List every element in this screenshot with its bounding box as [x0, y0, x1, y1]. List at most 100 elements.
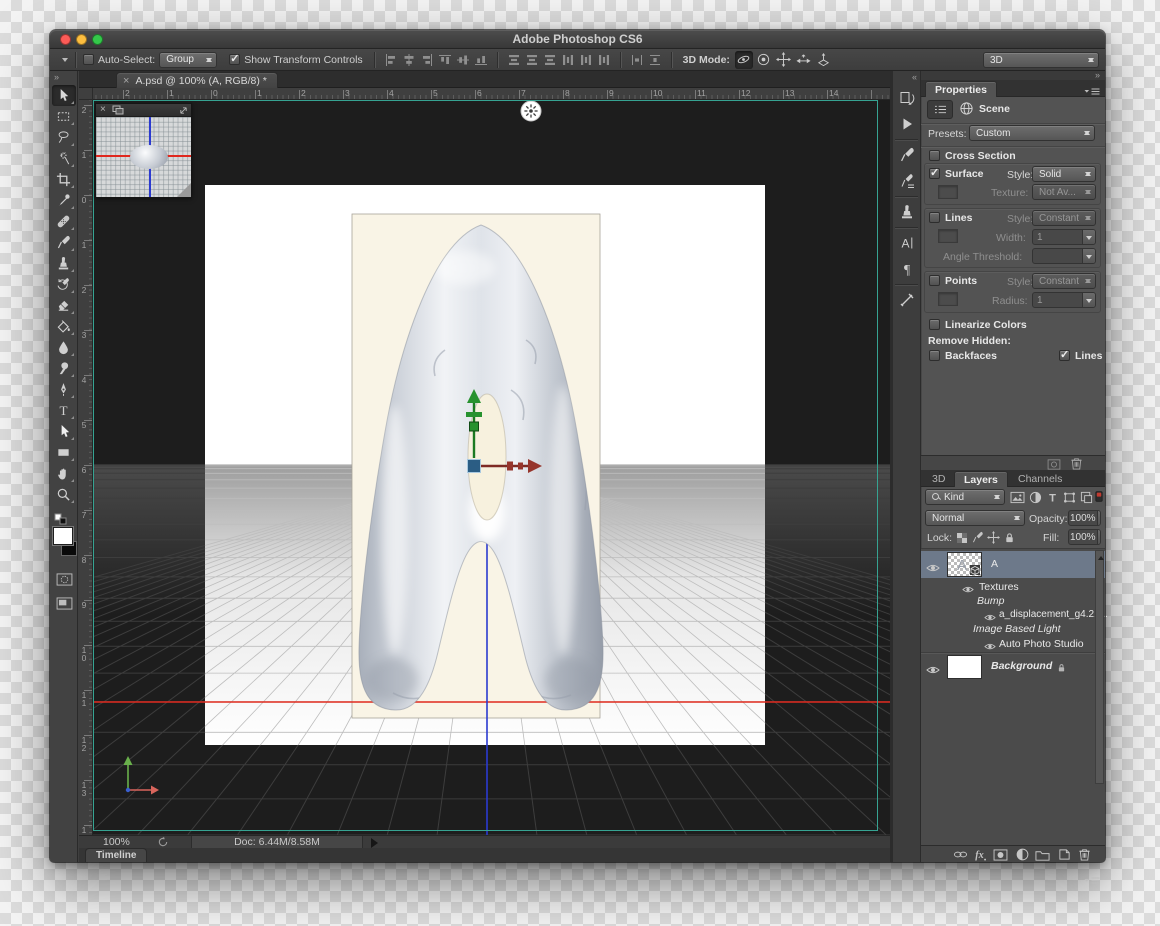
tool-pen[interactable] — [52, 379, 76, 400]
layer-sub-light[interactable]: Auto Photo Studio — [921, 636, 1105, 651]
lines-checkbox[interactable] — [929, 212, 940, 223]
tool-path-selection[interactable] — [52, 421, 76, 442]
visibility-icon[interactable] — [984, 611, 996, 620]
surface-style-dropdown[interactable]: Solid — [1032, 166, 1096, 182]
dock-clone-source-icon[interactable] — [895, 200, 919, 224]
new-layer-icon[interactable] — [1056, 848, 1072, 861]
displacement-label[interactable]: a_displacement_g4.21... — [999, 609, 1108, 620]
radius-combo[interactable]: 1 — [1032, 292, 1096, 308]
layer-name[interactable]: A — [991, 558, 998, 570]
layer-style-icon[interactable]: fx — [971, 848, 987, 861]
surface-swatch[interactable] — [938, 185, 958, 199]
layer-row-a[interactable]: A A — [921, 551, 1105, 578]
roll-3d-icon[interactable] — [755, 51, 773, 69]
layer-sub-textures[interactable]: Textures — [921, 580, 1105, 594]
layer-name[interactable]: Background — [991, 660, 1052, 672]
tool-healing-brush[interactable] — [52, 211, 76, 232]
angle-threshold-combo[interactable] — [1032, 248, 1096, 264]
layer-sub-displacement[interactable]: a_displacement_g4.21... — [921, 608, 1105, 622]
tool-magic-wand[interactable] — [52, 148, 76, 169]
tool-preset-caret-icon[interactable] — [62, 58, 68, 65]
tab-properties[interactable]: Properties — [925, 81, 997, 97]
tool-eyedropper[interactable] — [52, 190, 76, 211]
dock-character-icon[interactable]: A — [895, 231, 919, 255]
presets-dropdown[interactable]: Custom — [969, 125, 1095, 141]
tool-brush[interactable] — [52, 232, 76, 253]
tool-lasso[interactable] — [52, 127, 76, 148]
filter-adjustment-icon[interactable] — [1027, 490, 1044, 505]
tab-layers[interactable]: Layers — [954, 471, 1008, 487]
surface-texture-dropdown[interactable]: Not Av... — [1032, 184, 1096, 200]
lines-style-dropdown[interactable]: Constant — [1032, 210, 1096, 226]
tool-shape[interactable] — [52, 442, 76, 463]
titlebar[interactable]: Adobe Photoshop CS6 — [50, 30, 1105, 49]
tool-clone-stamp[interactable] — [52, 253, 76, 274]
tool-hand[interactable] — [52, 463, 76, 484]
width-combo[interactable]: 1 — [1032, 229, 1096, 245]
secondary-view[interactable] — [95, 103, 192, 198]
visibility-icon[interactable] — [962, 583, 974, 592]
scale-3d-icon[interactable] — [815, 51, 833, 69]
zoom-level-field[interactable]: 100% — [103, 836, 130, 848]
visibility-icon[interactable] — [984, 640, 996, 649]
layer-a-thumbnail[interactable]: A — [947, 552, 982, 577]
auto-photo-studio-label[interactable]: Auto Photo Studio — [999, 638, 1084, 650]
default-swatches-icon[interactable] — [54, 512, 68, 524]
backfaces-checkbox[interactable] — [929, 350, 940, 361]
tool-dodge[interactable] — [52, 358, 76, 379]
filter-shape-icon[interactable] — [1061, 490, 1078, 505]
canvas[interactable] — [93, 100, 890, 835]
layers-menu-icon[interactable] — [1083, 873, 1101, 891]
tab-channels[interactable]: Channels — [1009, 471, 1071, 487]
swap-view-icon[interactable] — [112, 105, 124, 115]
show-transform-checkbox[interactable] — [229, 54, 240, 65]
resize-handle[interactable] — [177, 183, 191, 197]
points-swatch[interactable] — [938, 292, 958, 306]
points-style-dropdown[interactable]: Constant — [1032, 273, 1096, 289]
3d-scene[interactable] — [93, 100, 890, 835]
close-document-icon[interactable] — [123, 75, 129, 87]
dock-history-icon[interactable] — [895, 86, 919, 110]
points-checkbox[interactable] — [929, 275, 940, 286]
blend-mode-dropdown[interactable]: Normal — [925, 510, 1025, 526]
layer-mask-icon[interactable] — [992, 848, 1008, 861]
horizontal-ruler[interactable]: 2101234567891011121314 — [93, 88, 890, 100]
quick-mask-button[interactable] — [54, 571, 74, 587]
tool-paint-bucket[interactable] — [52, 316, 76, 337]
collapse-tools-icon[interactable] — [50, 71, 77, 85]
document-tab[interactable]: A.psd @ 100% (A, RGB/8) * — [116, 72, 278, 88]
scene-filter-button[interactable] — [927, 100, 953, 119]
slide-3d-icon[interactable] — [795, 51, 813, 69]
tool-history-brush[interactable] — [52, 274, 76, 295]
filter-kind-dropdown[interactable]: Kind — [925, 489, 1005, 505]
background-thumbnail[interactable] — [947, 655, 982, 679]
tool-type[interactable]: T — [52, 400, 76, 421]
tool-crop[interactable] — [52, 169, 76, 190]
visibility-icon[interactable] — [926, 560, 940, 570]
visibility-icon[interactable] — [926, 662, 940, 672]
tab-3d[interactable]: 3D — [923, 471, 954, 487]
auto-select-checkbox[interactable] — [83, 54, 94, 65]
filter-toggle-icon[interactable] — [1095, 490, 1103, 508]
textures-label[interactable]: Textures — [979, 581, 1019, 593]
linearize-colors-checkbox[interactable] — [929, 319, 940, 330]
close-secondary-view-icon[interactable] — [100, 105, 106, 115]
foreground-color-swatch[interactable] — [53, 527, 73, 545]
status-options-icon[interactable] — [371, 838, 383, 848]
vertical-ruler[interactable]: 2101234567891011121314 — [79, 100, 93, 835]
auto-select-dropdown[interactable]: Group — [159, 52, 217, 68]
adjustment-layer-icon[interactable] — [1014, 848, 1030, 861]
workspace-dropdown[interactable]: 3D — [983, 52, 1099, 68]
fill-combo[interactable]: 100% — [1068, 529, 1101, 545]
dock-paragraph-icon[interactable]: ¶ — [895, 257, 919, 281]
opacity-combo[interactable]: 100% — [1068, 510, 1101, 526]
hidden-lines-checkbox[interactable] — [1059, 350, 1070, 361]
dock-brush-settings-icon[interactable] — [895, 169, 919, 193]
surface-checkbox[interactable] — [929, 168, 940, 179]
filter-type-icon[interactable]: T — [1044, 490, 1061, 505]
dock-brush-presets-icon[interactable] — [895, 143, 919, 167]
dock-actions-icon[interactable] — [895, 112, 919, 136]
layer-group-icon[interactable] — [1034, 848, 1050, 861]
lock-position-icon[interactable] — [985, 530, 1002, 545]
tool-move[interactable] — [52, 85, 76, 106]
